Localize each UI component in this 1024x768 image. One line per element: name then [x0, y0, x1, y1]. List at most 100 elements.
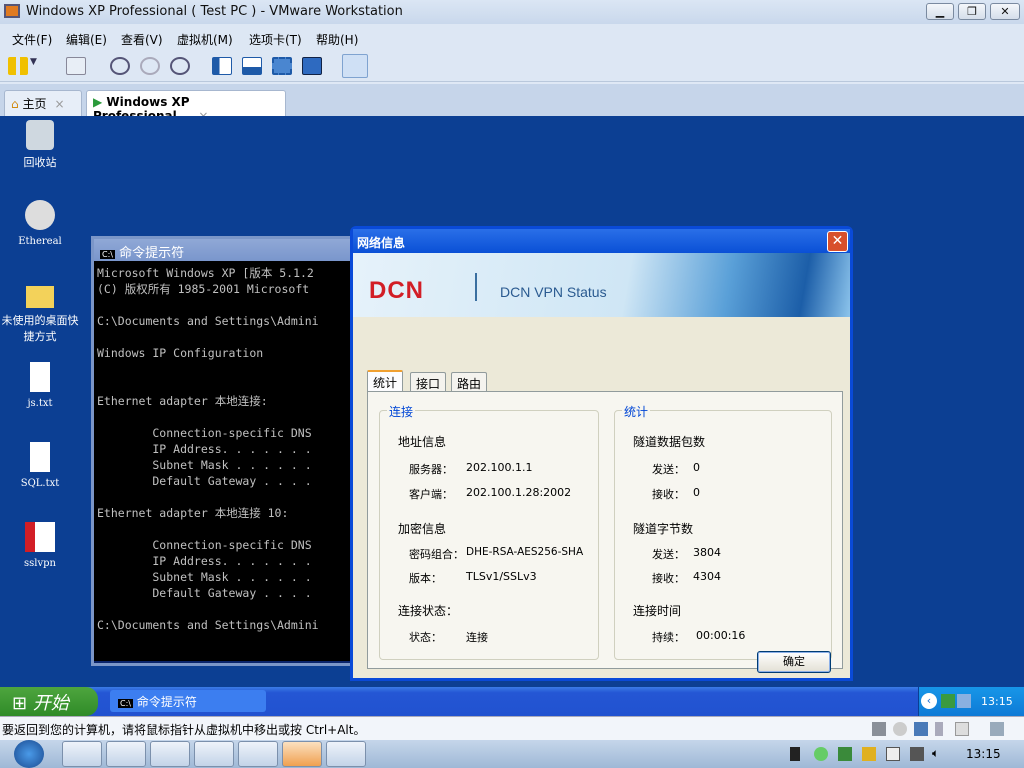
vm-icon: ▶	[93, 95, 103, 109]
packets-recv-value: 0	[693, 486, 700, 499]
minimize-button[interactable]: ▁	[926, 3, 954, 20]
internet-explorer-icon[interactable]	[326, 741, 366, 767]
cmd-title-bar[interactable]: C:\ 命令提示符	[94, 239, 350, 261]
thumbnail-view-icon[interactable]	[342, 54, 368, 78]
suspend-icon[interactable]	[8, 57, 28, 75]
recycle-bin-icon	[26, 120, 54, 150]
sidebar-view-icon[interactable]	[212, 57, 232, 75]
windows-start-orb[interactable]	[14, 740, 44, 768]
cipher-value: DHE-RSA-AES256-SHA	[466, 546, 584, 558]
dcn-logo: DCN	[369, 277, 424, 304]
home-icon: ⌂	[11, 97, 19, 111]
chevron-left-icon[interactable]: ‹	[921, 693, 937, 709]
icon-label: 未使用的桌面快捷方式	[1, 314, 79, 343]
word-icon[interactable]	[106, 741, 146, 767]
maximize-button[interactable]: ❐	[958, 3, 986, 20]
tab-statistics[interactable]: 统计	[367, 370, 404, 392]
device-icon[interactable]	[886, 747, 900, 761]
window-title: Windows XP Professional ( Test PC ) - VM…	[26, 4, 403, 19]
bytes-recv-label: 接收：	[652, 572, 685, 585]
console-view-icon[interactable]	[242, 57, 262, 75]
menu-tabs[interactable]: 选项卡(T)	[249, 31, 302, 48]
revert-snapshot-icon[interactable]	[140, 57, 160, 75]
server-label: 服务器：	[409, 463, 453, 476]
explorer-icon[interactable]	[62, 741, 102, 767]
snapshot-icon[interactable]	[110, 57, 130, 75]
cmd-output: Microsoft Windows XP [版本 5.1.2 (C) 版权所有 …	[94, 261, 350, 661]
network-adapter-icon[interactable]	[914, 722, 928, 736]
sound-icon[interactable]	[955, 722, 969, 736]
icon-label: 回收站	[23, 156, 57, 169]
group-title: 统计	[622, 403, 651, 420]
message-icon[interactable]	[990, 722, 1004, 736]
menu-file[interactable]: 文件(F)	[12, 31, 52, 48]
statistics-panel: 连接 地址信息 服务器： 202.100.1.1 客户端： 202.100.1.…	[367, 391, 843, 669]
client-value: 202.100.1.28:2002	[466, 486, 572, 499]
start-label: 开始	[32, 693, 69, 714]
dialog-close-button[interactable]: ✕	[827, 231, 848, 252]
hard-disk-icon[interactable]	[872, 722, 886, 736]
desktop-icon-recycle-bin[interactable]: 回收站	[0, 120, 80, 170]
tray-status-icon[interactable]	[814, 747, 828, 761]
win7-clock[interactable]: 13:15	[966, 747, 1001, 761]
state-header: 连接状态：	[398, 604, 459, 618]
tab-windows-xp[interactable]: ▶ Windows XP Professional...×	[86, 90, 286, 123]
bytes-sent-label: 发送：	[652, 548, 685, 561]
packets-sent-value: 0	[693, 461, 700, 474]
app-icon[interactable]	[238, 741, 278, 767]
cd-rom-icon[interactable]	[893, 722, 907, 736]
bytes-header: 隧道字节数	[633, 522, 694, 536]
unity-icon[interactable]	[302, 57, 322, 75]
state-value: 连接	[466, 631, 488, 644]
network-icon[interactable]	[66, 57, 86, 75]
menu-vm[interactable]: 虚拟机(M)	[177, 31, 233, 48]
dcn-banner: DCN DCN VPN Status	[353, 253, 850, 317]
sslvpn-icon	[25, 522, 55, 552]
snapshot-manager-icon[interactable]	[170, 57, 190, 75]
usb-icon[interactable]	[935, 722, 943, 736]
tab-home-label: 主页	[22, 97, 47, 111]
taskbar-cmd-button[interactable]: C:\ 命令提示符	[110, 690, 266, 712]
bytes-recv-value: 4304	[693, 570, 721, 583]
time-header: 连接时间	[633, 604, 682, 618]
security-icon[interactable]	[862, 747, 876, 761]
connection-group: 连接 地址信息 服务器： 202.100.1.1 客户端： 202.100.1.…	[379, 403, 599, 660]
desktop-icon-unused-shortcuts[interactable]: 未使用的桌面快捷方式	[0, 282, 80, 344]
shield-icon[interactable]	[838, 747, 852, 761]
desktop-icon-ethereal[interactable]: Ethereal	[0, 200, 80, 247]
tab-home[interactable]: ⌂ 主页 ×	[4, 90, 82, 116]
menu-bar: 文件(F) 编辑(E) 查看(V) 虚拟机(M) 选项卡(T) 帮助(H)	[0, 24, 1024, 52]
tab-bar: ⌂ 主页 × ▶ Windows XP Professional...×	[0, 84, 1024, 123]
tab-route[interactable]: 路由	[451, 372, 488, 392]
encryption-header: 加密信息	[398, 522, 447, 536]
network-info-dialog: 网络信息 ✕ DCN DCN VPN Status 统计 接口 路由 连接 地址…	[350, 226, 853, 681]
close-button[interactable]: ✕	[990, 3, 1020, 20]
menu-edit[interactable]: 编辑(E)	[66, 31, 107, 48]
vmware-icon[interactable]	[282, 741, 322, 767]
chevron-down-icon[interactable]: ▼	[30, 57, 42, 75]
tab-interface[interactable]: 接口	[410, 372, 447, 392]
cmd-window[interactable]: C:\ 命令提示符 Microsoft Windows XP [版本 5.1.2…	[91, 236, 353, 666]
cmd-title: 命令提示符	[119, 246, 185, 261]
excel-icon[interactable]	[150, 741, 190, 767]
tray-icon[interactable]	[790, 747, 800, 761]
menu-help[interactable]: 帮助(H)	[316, 31, 358, 48]
network-icon[interactable]	[941, 694, 955, 708]
network-icon[interactable]	[910, 747, 924, 761]
network-connection-icon[interactable]	[957, 694, 971, 708]
dialog-title-bar[interactable]: 网络信息	[353, 229, 850, 253]
app-icon[interactable]	[194, 741, 234, 767]
close-tab-icon[interactable]: ×	[54, 97, 64, 111]
desktop-icon-sslvpn[interactable]: sslvpn	[0, 522, 80, 569]
menu-view[interactable]: 查看(V)	[121, 31, 163, 48]
icon-label: SQL.txt	[20, 478, 60, 489]
client-label: 客户端：	[409, 488, 453, 501]
volume-icon[interactable]: 🔈︎	[932, 746, 939, 761]
start-button[interactable]: ⊞ 开始	[0, 687, 98, 716]
desktop-icon-sql-txt[interactable]: SQL.txt	[0, 442, 80, 489]
ok-button[interactable]: 确定	[757, 651, 831, 673]
packets-sent-label: 发送：	[652, 463, 685, 476]
icon-label: sslvpn	[24, 558, 56, 569]
desktop-icon-js-txt[interactable]: js.txt	[0, 362, 80, 409]
fullscreen-icon[interactable]	[272, 57, 292, 75]
